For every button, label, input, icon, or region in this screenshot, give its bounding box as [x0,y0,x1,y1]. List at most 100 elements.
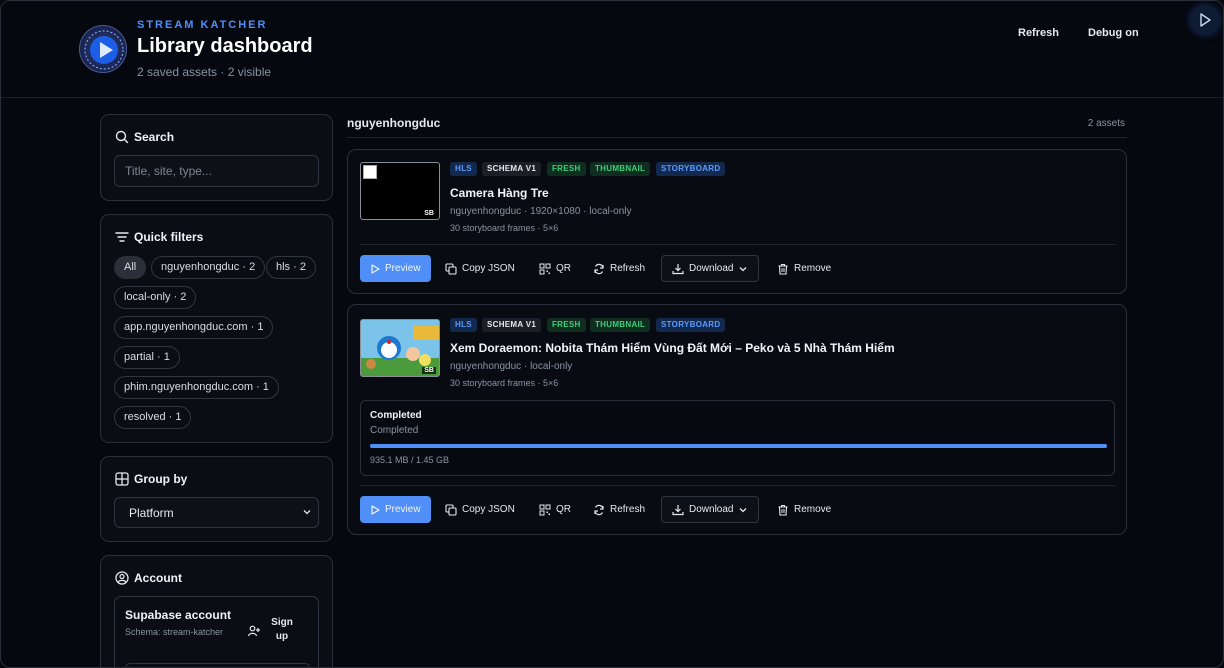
filter-chip-partial[interactable]: partial · 1 [114,346,180,369]
remove-label: Remove [794,504,832,515]
asset-thumbnail[interactable]: SB [360,162,440,220]
preview-button[interactable]: Preview [360,255,431,282]
remove-button[interactable]: Remove [777,496,831,523]
remove-button[interactable]: Remove [777,255,831,282]
download-label: Download [689,263,734,274]
asset-title: Xem Doraemon: Nobita Thám Hiểm Vùng Đất … [450,341,895,355]
badge-fresh: FRESH [547,162,586,176]
progress-detail: Completed [370,425,419,436]
sign-up-button[interactable]: Sign up [245,616,307,646]
asset-meta: nguyenhongduc · 1920×1080 · local-only [450,206,632,217]
badge-thumbnail: THUMBNAIL [590,318,651,332]
filter-chip-all[interactable]: All [114,256,147,279]
supabase-schema: Schema: stream-katcher [125,627,224,637]
refresh-icon [594,263,604,274]
search-icon [115,130,129,144]
filter-icon [115,232,129,242]
user-circle-icon [115,571,129,585]
asset-card: SB HLS SCHEMA V1 FRESH THUMBNAIL STORYBO… [347,149,1127,294]
refresh-label: Refresh [610,263,646,274]
filter-chip-local-only[interactable]: local-only · 2 [114,286,197,309]
group-divider [347,137,1127,138]
badge-hls: HLS [450,318,477,332]
group-heading: nguyenhongduc [347,116,441,130]
download-button[interactable]: Download [661,255,760,282]
app-window: STREAM KATCHER Library dashboard 2 saved… [0,0,1224,668]
play-corner-button[interactable] [1191,6,1219,34]
remove-label: Remove [794,263,832,274]
filter-chip-nguyenhongduc[interactable]: nguyenhongduc · 2 [151,256,266,279]
preview-label: Preview [385,504,421,515]
chevron-down-icon [740,507,747,512]
card-divider [360,485,1115,486]
progress-size: 935.1 MB / 1.45 GB [370,455,450,465]
copy-icon [445,503,457,516]
asset-title: Camera Hàng Tre [450,186,549,200]
account-title: Account [134,571,182,585]
supabase-account-title: Supabase account [125,608,232,622]
sign-up-label: Sign up [271,617,293,642]
app-logo [79,25,127,73]
play-icon [371,504,380,515]
account-input-partial[interactable] [125,663,310,667]
refresh-button[interactable]: Refresh [593,255,645,282]
group-by-select[interactable]: Platform [114,497,319,528]
group-by-selected-value: Platform [129,506,174,520]
refresh-button[interactable]: Refresh [593,496,645,523]
header-refresh-button[interactable]: Refresh [1018,27,1059,39]
qr-icon [539,263,551,274]
grid-icon [115,472,129,486]
app-header: STREAM KATCHER Library dashboard 2 saved… [1,1,1223,98]
filter-chip-hls[interactable]: hls · 2 [266,256,316,279]
refresh-icon [594,504,604,515]
filter-chip-phim-domain[interactable]: phim.nguyenhongduc.com · 1 [114,376,279,399]
badge-thumbnail: THUMBNAIL [590,162,651,176]
broken-image-icon [363,165,377,179]
qr-button[interactable]: QR [539,255,571,282]
user-plus-icon [247,625,260,637]
copy-icon [445,262,457,275]
play-icon [1200,13,1211,27]
download-icon [672,504,684,515]
progress-bar-fill [370,444,1107,448]
progress-bar [370,444,1107,448]
asset-frames: 30 storyboard frames · 5×6 [450,223,559,233]
badge-schema: SCHEMA V1 [482,318,542,332]
quick-filters-panel: Quick filters All nguyenhongduc · 2 hls … [100,214,333,443]
progress-status: Completed [370,410,422,421]
asset-thumbnail[interactable]: SB [360,319,440,377]
card-divider [360,244,1115,245]
preview-button[interactable]: Preview [360,496,431,523]
chevron-down-icon [740,266,747,271]
group-by-title: Group by [134,472,188,486]
trash-icon [778,504,788,516]
filter-chip-resolved[interactable]: resolved · 1 [114,406,192,429]
account-panel: Account Supabase account Schema: stream-… [100,555,333,667]
copy-json-label: Copy JSON [462,504,515,515]
asset-card: SB HLS SCHEMA V1 FRESH THUMBNAIL STORYBO… [347,304,1127,535]
refresh-label: Refresh [610,504,646,515]
preview-label: Preview [385,263,421,274]
asset-frames: 30 storyboard frames · 5×6 [450,378,559,388]
copy-json-button[interactable]: Copy JSON [445,496,515,523]
badge-storyboard: STORYBOARD [656,318,726,332]
badge-hls: HLS [450,162,477,176]
badge-schema: SCHEMA V1 [482,162,542,176]
qr-label: QR [556,263,571,274]
qr-button[interactable]: QR [539,496,571,523]
badge-fresh: FRESH [547,318,586,332]
search-input[interactable] [114,155,319,187]
download-button[interactable]: Download [661,496,760,523]
supabase-account-card: Supabase account Schema: stream-katcher … [114,596,319,667]
storyboard-tag: SB [422,367,436,374]
download-progress-panel: Completed Completed 935.1 MB / 1.45 GB [360,400,1115,476]
page-title: Library dashboard [137,35,313,57]
search-panel-title: Search [134,130,175,144]
filter-chip-app-domain[interactable]: app.nguyenhongduc.com · 1 [114,316,274,339]
storyboard-tag: SB [422,210,436,217]
copy-json-button[interactable]: Copy JSON [445,255,515,282]
group-asset-count: 2 assets [1087,118,1125,129]
badge-storyboard: STORYBOARD [656,162,726,176]
qr-icon [539,504,551,515]
debug-toggle-button[interactable]: Debug on [1088,27,1139,39]
